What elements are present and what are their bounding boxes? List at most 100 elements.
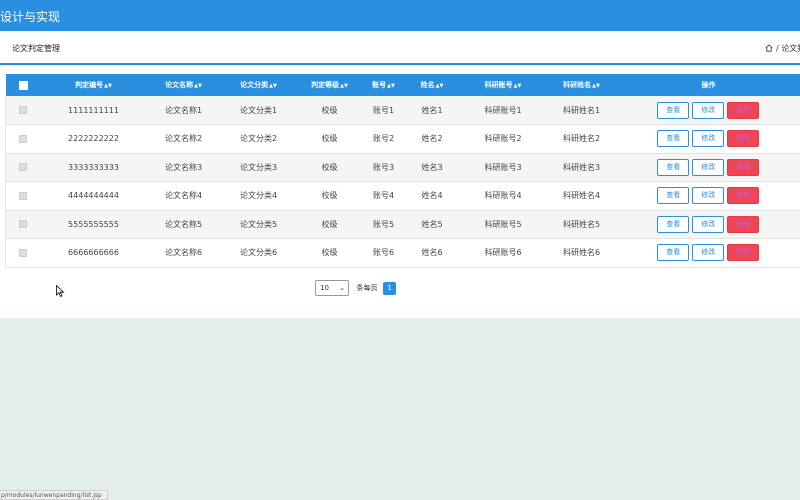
edit-button[interactable]: 修改 (692, 101, 725, 119)
mouse-cursor-icon (56, 285, 65, 297)
table-cell: 论文名称2 (146, 124, 221, 154)
sort-icon: ▲▼ (592, 83, 600, 89)
table-cell: 姓名2 (404, 124, 460, 154)
table-cell: 账号6 (362, 238, 405, 268)
sort-icon: ▲▼ (194, 83, 202, 89)
table-cell: 科研账号4 (459, 181, 547, 211)
table-cell: 科研账号3 (459, 153, 547, 182)
actions-cell: 查看 修改 删除 (616, 153, 800, 182)
table-cell: 账号1 (362, 96, 405, 125)
edit-button[interactable]: 修改 (692, 130, 725, 148)
table-cell: 姓名4 (404, 181, 460, 211)
edit-button[interactable]: 修改 (692, 187, 725, 205)
table-cell: 论文分类1 (220, 96, 297, 125)
view-button[interactable]: 查看 (657, 101, 690, 119)
column-header[interactable]: 判定等级▲▼ (296, 74, 363, 96)
delete-button[interactable]: 删除 (727, 130, 760, 148)
table-cell: 姓名5 (404, 210, 460, 239)
column-header[interactable]: 科研账号▲▼ (459, 74, 547, 96)
table-cell: 1111111111 (40, 96, 147, 125)
table-cell: 科研姓名2 (546, 124, 617, 154)
row-checkbox[interactable] (19, 220, 28, 229)
row-checkbox[interactable] (19, 248, 28, 257)
column-header[interactable]: 姓名▲▼ (404, 74, 460, 96)
column-header[interactable]: 论文名称▲▼ (146, 74, 221, 96)
view-button[interactable]: 查看 (657, 215, 690, 233)
table-cell: 科研账号1 (459, 96, 547, 125)
table-cell: 科研姓名6 (546, 238, 617, 268)
table-cell: 姓名6 (404, 238, 460, 268)
table-cell: 校级 (296, 210, 363, 239)
page-title: 论文判定管理 (12, 44, 60, 53)
view-button[interactable]: 查看 (657, 244, 690, 262)
table-row: 4444444444 论文名称4 论文分类4 校级 账号4 姓名4 科研账号4 科研姓名4 查看… (5, 181, 800, 211)
row-checkbox-cell (5, 210, 41, 239)
view-button[interactable]: 查看 (657, 187, 690, 205)
delete-button[interactable]: 删除 (727, 244, 760, 262)
table-row: 3333333333 论文名称3 论文分类3 校级 账号3 姓名3 科研账号3 科研姓名3 查看… (5, 153, 800, 182)
row-checkbox[interactable] (19, 106, 28, 114)
column-header[interactable]: 账号▲▼ (362, 74, 405, 96)
row-checkbox-cell (5, 153, 41, 182)
select-all-cell (5, 74, 41, 96)
table-cell: 校级 (296, 96, 363, 125)
view-button[interactable]: 查看 (657, 130, 690, 148)
pagination: 10 ⌄ 条每页 1 (315, 280, 397, 296)
row-checkbox-cell (5, 238, 41, 268)
table-row: 1111111111 论文名称1 论文分类1 校级 账号1 姓名1 科研账号1 科研姓名1 查看… (5, 96, 800, 125)
table-cell: 5555555555 (40, 210, 147, 239)
edit-button[interactable]: 修改 (692, 158, 725, 176)
column-header-actions: 操作 (616, 74, 800, 96)
table-cell: 论文名称4 (146, 181, 221, 211)
row-checkbox-cell (5, 96, 41, 125)
edit-button[interactable]: 修改 (692, 215, 725, 233)
sort-icon: ▲▼ (269, 83, 277, 89)
sort-icon: ▲▼ (387, 83, 395, 89)
table-cell: 校级 (296, 153, 363, 182)
delete-button[interactable]: 删除 (727, 215, 760, 233)
row-checkbox[interactable] (19, 134, 28, 143)
column-header[interactable]: 判定编号▲▼ (40, 74, 147, 96)
delete-button[interactable]: 删除 (727, 101, 760, 119)
table-cell: 科研账号5 (459, 210, 547, 239)
delete-button[interactable]: 删除 (727, 158, 760, 176)
table-cell: 论文名称1 (146, 96, 221, 125)
chevron-down-icon: ⌄ (339, 284, 345, 292)
table-cell: 校级 (296, 181, 363, 211)
table-cell: 校级 (296, 238, 363, 268)
table-cell: 科研姓名3 (546, 153, 617, 182)
table-cell: 论文名称5 (146, 210, 221, 239)
table-cell: 校级 (296, 124, 363, 154)
page-size-select[interactable]: 10 ⌄ (315, 280, 349, 296)
status-bar-url: p/modules/lunwenpanding/list.jsp (0, 490, 108, 500)
table-cell: 论文分类3 (220, 153, 297, 182)
table-cell: 论文分类5 (220, 210, 297, 239)
edit-button[interactable]: 修改 (692, 244, 725, 262)
home-icon[interactable] (765, 44, 773, 54)
table-cell: 账号2 (362, 124, 405, 154)
table-cell: 科研账号6 (459, 238, 547, 268)
delete-button[interactable]: 删除 (727, 187, 760, 205)
table-cell: 3333333333 (40, 153, 147, 182)
sort-icon: ▲▼ (435, 83, 444, 89)
breadcrumb-text[interactable]: / 论文判 (776, 44, 800, 53)
table-cell: 科研姓名1 (546, 96, 617, 125)
content-panel: 判定编号▲▼ 论文名称▲▼ 论文分类▲▼ 判定等级▲▼ 账号▲▼ 姓名▲▼ 科研… (0, 66, 800, 318)
actions-cell: 查看 修改 删除 (616, 124, 800, 154)
breadcrumb: / 论文判 (765, 43, 800, 54)
row-checkbox[interactable] (19, 163, 28, 172)
table-cell: 6666666666 (40, 238, 147, 268)
data-table: 判定编号▲▼ 论文名称▲▼ 论文分类▲▼ 判定等级▲▼ 账号▲▼ 姓名▲▼ 科研… (5, 74, 800, 268)
select-all-checkbox[interactable] (18, 80, 28, 90)
table-cell: 科研姓名4 (546, 181, 617, 211)
row-checkbox[interactable] (19, 191, 28, 200)
table-cell: 论文分类6 (220, 238, 297, 268)
table-cell: 科研姓名5 (546, 210, 617, 239)
view-button[interactable]: 查看 (657, 158, 690, 176)
column-header[interactable]: 论文分类▲▼ (220, 74, 297, 96)
actions-cell: 查看 修改 删除 (616, 181, 800, 211)
table-body: 1111111111 论文名称1 论文分类1 校级 账号1 姓名1 科研账号1 科研姓名1 查看… (5, 96, 800, 268)
table-cell: 姓名1 (404, 96, 460, 125)
column-header[interactable]: 科研姓名▲▼ (546, 74, 617, 96)
page-button[interactable]: 1 (383, 281, 397, 295)
